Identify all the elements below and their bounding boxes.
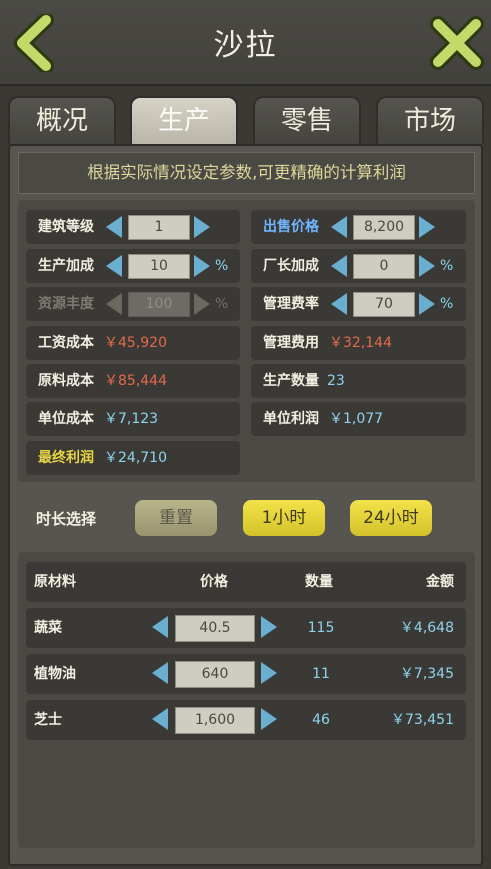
table-row: 蔬菜 40.5 115 ￥4,648 [26, 608, 466, 648]
increase-arrow-icon[interactable] [194, 216, 210, 238]
final-profit-row: 最终利润 ￥24,710 [26, 441, 240, 475]
unit-profit-row: 单位利润 ￥1,077 [251, 402, 466, 436]
material-cost-label: 原料成本 [38, 373, 94, 389]
manager-bonus-label: 厂长加成 [263, 258, 319, 274]
material-price-input[interactable]: 640 [175, 661, 255, 688]
admin-fee-row: 管理费用 ￥32,144 [251, 326, 466, 360]
percent-unit: % [215, 258, 229, 274]
sale-price-label: 出售价格 [263, 219, 319, 235]
unit-cost-row: 单位成本 ￥7,123 [26, 402, 240, 436]
tab-production[interactable]: 生产 [130, 96, 238, 144]
tab-bar: 概况 生产 零售 市场 [0, 96, 491, 144]
material-name: 芝士 [34, 712, 62, 728]
material-name: 蔬菜 [34, 620, 62, 636]
unit-profit-label: 单位利润 [263, 411, 319, 427]
sale-price-row: 出售价格 8,200 [251, 210, 466, 244]
unit-profit-value: ￥1,077 [329, 411, 384, 427]
material-name: 植物油 [34, 666, 76, 682]
decrease-arrow-icon[interactable] [106, 255, 122, 277]
increase-arrow-icon[interactable] [261, 708, 277, 730]
material-qty: 46 [312, 712, 330, 728]
increase-arrow-icon [194, 293, 210, 315]
notice-text: 根据实际情况设定参数,可更精确的计算利润 [18, 152, 475, 194]
tab-retail[interactable]: 零售 [253, 96, 361, 144]
reset-button[interactable]: 重置 [135, 500, 217, 536]
wage-cost-value: ￥45,920 [104, 335, 167, 351]
decrease-arrow-icon [106, 293, 122, 315]
admin-rate-row: 管理费率 70 % [251, 287, 466, 321]
increase-arrow-icon[interactable] [419, 293, 435, 315]
increase-arrow-icon[interactable] [261, 616, 277, 638]
tab-market[interactable]: 市场 [376, 96, 484, 144]
decrease-arrow-icon[interactable] [152, 662, 168, 684]
decrease-arrow-icon[interactable] [152, 708, 168, 730]
decrease-arrow-icon[interactable] [152, 616, 168, 638]
building-level-row: 建筑等级 1 [26, 210, 240, 244]
unit-cost-value: ￥7,123 [104, 411, 159, 427]
material-qty-header: 数量 [305, 574, 333, 590]
resource-abundance-input: 100 [128, 292, 190, 317]
decrease-arrow-icon[interactable] [106, 216, 122, 238]
production-bonus-label: 生产加成 [38, 258, 94, 274]
material-amount-header: 金额 [426, 574, 454, 590]
admin-rate-input[interactable]: 70 [353, 292, 415, 317]
decrease-arrow-icon[interactable] [331, 255, 347, 277]
material-cost-row: 原料成本 ￥85,444 [26, 364, 240, 398]
resource-abundance-label: 资源丰度 [38, 296, 94, 312]
production-qty-value: 23 [327, 373, 345, 389]
admin-fee-value: ￥32,144 [329, 335, 392, 351]
material-qty: 11 [312, 666, 330, 682]
unit-cost-label: 单位成本 [38, 411, 94, 427]
material-amount: ￥7,345 [399, 666, 454, 682]
material-price-input[interactable]: 40.5 [175, 615, 255, 642]
final-profit-value: ￥24,710 [104, 450, 167, 466]
table-row: 芝士 1,600 46 ￥73,451 [26, 700, 466, 740]
material-qty: 115 [307, 620, 335, 636]
production-qty-label: 生产数量 [263, 373, 319, 389]
material-price-header: 价格 [200, 574, 228, 590]
final-profit-label: 最终利润 [38, 450, 94, 466]
materials-header: 原材料 价格 数量 金额 [26, 562, 466, 602]
sale-price-input[interactable]: 8,200 [353, 215, 415, 240]
production-qty-row: 生产数量 23 [251, 364, 466, 398]
resource-abundance-row: 资源丰度 100 % [26, 287, 240, 321]
decrease-arrow-icon[interactable] [331, 293, 347, 315]
decrease-arrow-icon[interactable] [331, 216, 347, 238]
material-amount: ￥73,451 [391, 712, 454, 728]
increase-arrow-icon[interactable] [419, 255, 435, 277]
close-x-icon [430, 16, 484, 70]
material-name-header: 原材料 [34, 574, 76, 590]
increase-arrow-icon[interactable] [261, 662, 277, 684]
admin-rate-label: 管理费率 [263, 296, 319, 312]
close-button[interactable] [428, 14, 486, 72]
one-hour-button[interactable]: 1小时 [243, 500, 325, 536]
percent-unit: % [440, 296, 454, 312]
material-cost-value: ￥85,444 [104, 373, 167, 389]
tab-overview[interactable]: 概况 [8, 96, 116, 144]
duration-label: 时长选择 [36, 510, 97, 528]
production-bonus-row: 生产加成 10 % [26, 249, 240, 283]
material-price-input[interactable]: 1,600 [175, 707, 255, 734]
manager-bonus-input[interactable]: 0 [353, 254, 415, 279]
manager-bonus-row: 厂长加成 0 % [251, 249, 466, 283]
header-bar: 沙拉 [0, 0, 491, 86]
percent-unit: % [440, 258, 454, 274]
increase-arrow-icon[interactable] [419, 216, 435, 238]
page-title: 沙拉 [213, 28, 278, 63]
percent-unit: % [215, 296, 229, 312]
increase-arrow-icon[interactable] [194, 255, 210, 277]
wage-cost-row: 工资成本 ￥45,920 [26, 326, 240, 360]
building-level-input[interactable]: 1 [128, 215, 190, 240]
admin-fee-label: 管理费用 [263, 335, 319, 351]
production-bonus-input[interactable]: 10 [128, 254, 190, 279]
table-row: 植物油 640 11 ￥7,345 [26, 654, 466, 694]
twenty-four-hour-button[interactable]: 24小时 [350, 500, 432, 536]
material-amount: ￥4,648 [399, 620, 454, 636]
wage-cost-label: 工资成本 [38, 335, 94, 351]
building-level-label: 建筑等级 [38, 219, 94, 235]
